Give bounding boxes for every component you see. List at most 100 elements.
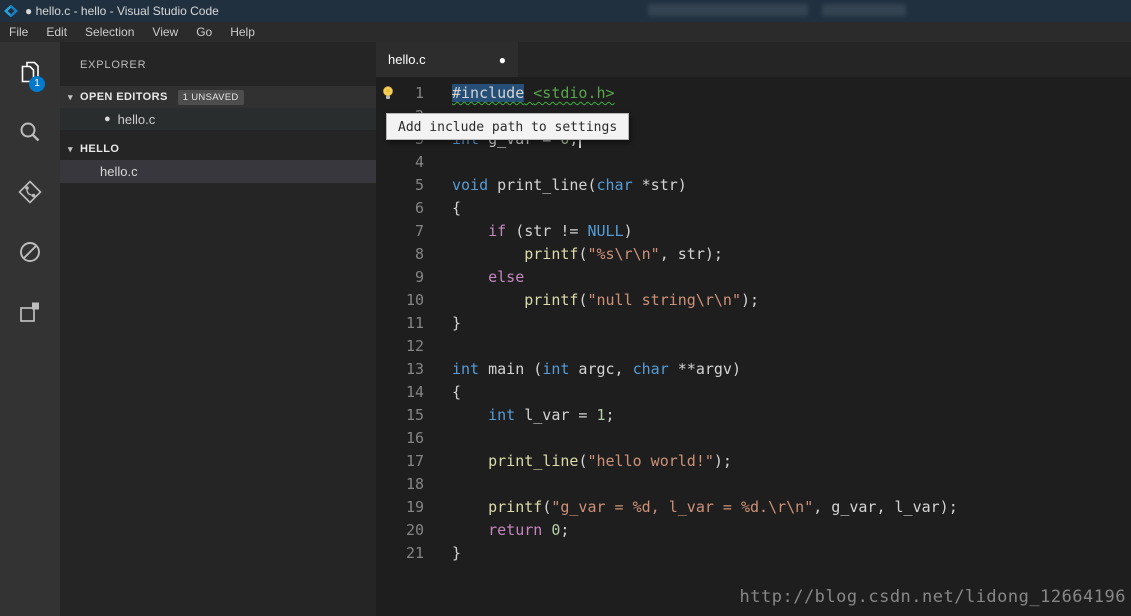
code-token: <stdio.h> bbox=[533, 84, 615, 102]
code-line[interactable]: 1 #include <stdio.h> bbox=[376, 82, 1131, 105]
line-number: 10 bbox=[405, 291, 424, 309]
line-number: 21 bbox=[405, 544, 424, 562]
line-number: 8 bbox=[414, 245, 424, 263]
activity-search[interactable] bbox=[0, 102, 60, 162]
menu-selection[interactable]: Selection bbox=[76, 22, 143, 42]
code-token: **argv) bbox=[668, 360, 741, 378]
file-label: hello.c bbox=[100, 164, 138, 179]
code-editor[interactable]: 1#include <stdio.h>23int g_var = 0;45voi… bbox=[376, 77, 1131, 616]
code-line[interactable]: 5 void print_line(char *str) bbox=[376, 174, 1131, 197]
source-control-icon bbox=[18, 180, 42, 204]
line-number: 18 bbox=[405, 475, 424, 493]
code-token: else bbox=[488, 268, 525, 286]
chevron-down-icon: ▾ bbox=[68, 91, 73, 102]
code-token: (str != bbox=[506, 222, 588, 240]
code-token: { bbox=[452, 199, 462, 217]
code-token: int bbox=[452, 360, 480, 378]
line-number: 17 bbox=[405, 452, 424, 470]
menu-edit[interactable]: Edit bbox=[37, 22, 76, 42]
watermark: http://blog.csdn.net/lidong_12664196 bbox=[739, 587, 1126, 607]
menu-help[interactable]: Help bbox=[221, 22, 264, 42]
lightbulb-icon[interactable] bbox=[380, 85, 396, 101]
menu-go[interactable]: Go bbox=[187, 22, 221, 42]
code-token: int bbox=[542, 360, 570, 378]
tab-bar: hello.c ● bbox=[376, 42, 1131, 77]
code-line[interactable]: 9 else bbox=[376, 266, 1131, 289]
line-number: 5 bbox=[414, 176, 424, 194]
line-number: 6 bbox=[414, 199, 424, 217]
activity-extensions[interactable] bbox=[0, 282, 60, 342]
code-token: 1 bbox=[596, 406, 606, 424]
titlebar-watermark-smudge bbox=[822, 4, 906, 16]
line-number: 19 bbox=[405, 498, 424, 516]
code-token: } bbox=[452, 544, 462, 562]
code-line[interactable]: 13 int main (int argc, char **argv) bbox=[376, 358, 1131, 381]
window-title: ● hello.c - hello - Visual Studio Code bbox=[25, 4, 219, 18]
code-token: printf bbox=[524, 291, 579, 309]
code-line[interactable]: 17 print_line("hello world!"); bbox=[376, 450, 1131, 473]
code-line[interactable]: 12 bbox=[376, 335, 1131, 358]
code-token: } bbox=[452, 314, 462, 332]
code-line[interactable]: 4 bbox=[376, 151, 1131, 174]
tab-hello-c[interactable]: hello.c ● bbox=[376, 42, 518, 77]
line-number: 12 bbox=[405, 337, 424, 355]
open-editor-item[interactable]: ● hello.c bbox=[60, 108, 376, 130]
code-token: , g_var, l_var); bbox=[813, 498, 958, 516]
code-line[interactable]: 14 { bbox=[376, 381, 1131, 404]
code-token: char bbox=[632, 360, 669, 378]
code-line[interactable]: 21} bbox=[376, 542, 1131, 565]
code-token: printf bbox=[488, 498, 543, 516]
code-token: ; bbox=[605, 406, 615, 424]
code-token: ; bbox=[560, 521, 570, 539]
code-line[interactable]: 15 int l_var = 1; bbox=[376, 404, 1131, 427]
code-line[interactable]: 7 if (str != NULL) bbox=[376, 220, 1131, 243]
code-token: "g_var = %d, l_var = %d.\r\n" bbox=[551, 498, 814, 516]
code-line[interactable]: 18 bbox=[376, 473, 1131, 496]
titlebar: ● hello.c - hello - Visual Studio Code bbox=[0, 0, 1131, 22]
code-token: print_line bbox=[488, 452, 579, 470]
code-token: printf bbox=[524, 245, 579, 263]
menu-file[interactable]: File bbox=[0, 22, 37, 42]
line-number: 20 bbox=[405, 521, 424, 539]
code-token: int bbox=[488, 406, 516, 424]
line-number: 15 bbox=[405, 406, 424, 424]
code-action-tooltip[interactable]: Add include path to settings bbox=[386, 113, 630, 140]
tab-dirty-indicator[interactable]: ● bbox=[499, 53, 506, 67]
code-line[interactable]: 11} bbox=[376, 312, 1131, 335]
code-token: ( bbox=[542, 498, 552, 516]
code-line[interactable]: 19 printf("g_var = %d, l_var = %d.\r\n",… bbox=[376, 496, 1131, 519]
search-icon bbox=[20, 122, 40, 142]
activity-debug[interactable] bbox=[0, 222, 60, 282]
activity-bar: 1 bbox=[0, 42, 60, 616]
code-token: ); bbox=[741, 291, 760, 309]
code-token: if bbox=[488, 222, 507, 240]
code-line[interactable]: 16 bbox=[376, 427, 1131, 450]
activity-explorer[interactable]: 1 bbox=[0, 42, 60, 102]
section-open-editors[interactable]: ▾ OPEN EDITORS 1 UNSAVED bbox=[60, 86, 376, 108]
code-token: #include bbox=[452, 84, 525, 102]
open-editors-label: OPEN EDITORS bbox=[80, 91, 168, 103]
chevron-down-icon: ▾ bbox=[68, 143, 73, 154]
menubar: File Edit Selection View Go Help bbox=[0, 22, 1131, 42]
code-line[interactable]: 6{ bbox=[376, 197, 1131, 220]
tree-item-hello-c[interactable]: hello.c bbox=[60, 160, 376, 183]
code-token: argc, bbox=[569, 360, 633, 378]
activity-source-control[interactable] bbox=[0, 162, 60, 222]
code-token: "%s\r\n" bbox=[587, 245, 660, 263]
code-line[interactable]: 20 return 0; bbox=[376, 519, 1131, 542]
menu-view[interactable]: View bbox=[143, 22, 187, 42]
extensions-icon bbox=[20, 302, 39, 322]
code-line[interactable]: 10 printf("null string\r\n"); bbox=[376, 289, 1131, 312]
explorer-badge: 1 bbox=[29, 76, 45, 92]
code-token: "null string\r\n" bbox=[587, 291, 741, 309]
section-folder-hello[interactable]: ▾ HELLO bbox=[60, 138, 376, 160]
code-line[interactable]: 8 printf("%s\r\n", str); bbox=[376, 243, 1131, 266]
